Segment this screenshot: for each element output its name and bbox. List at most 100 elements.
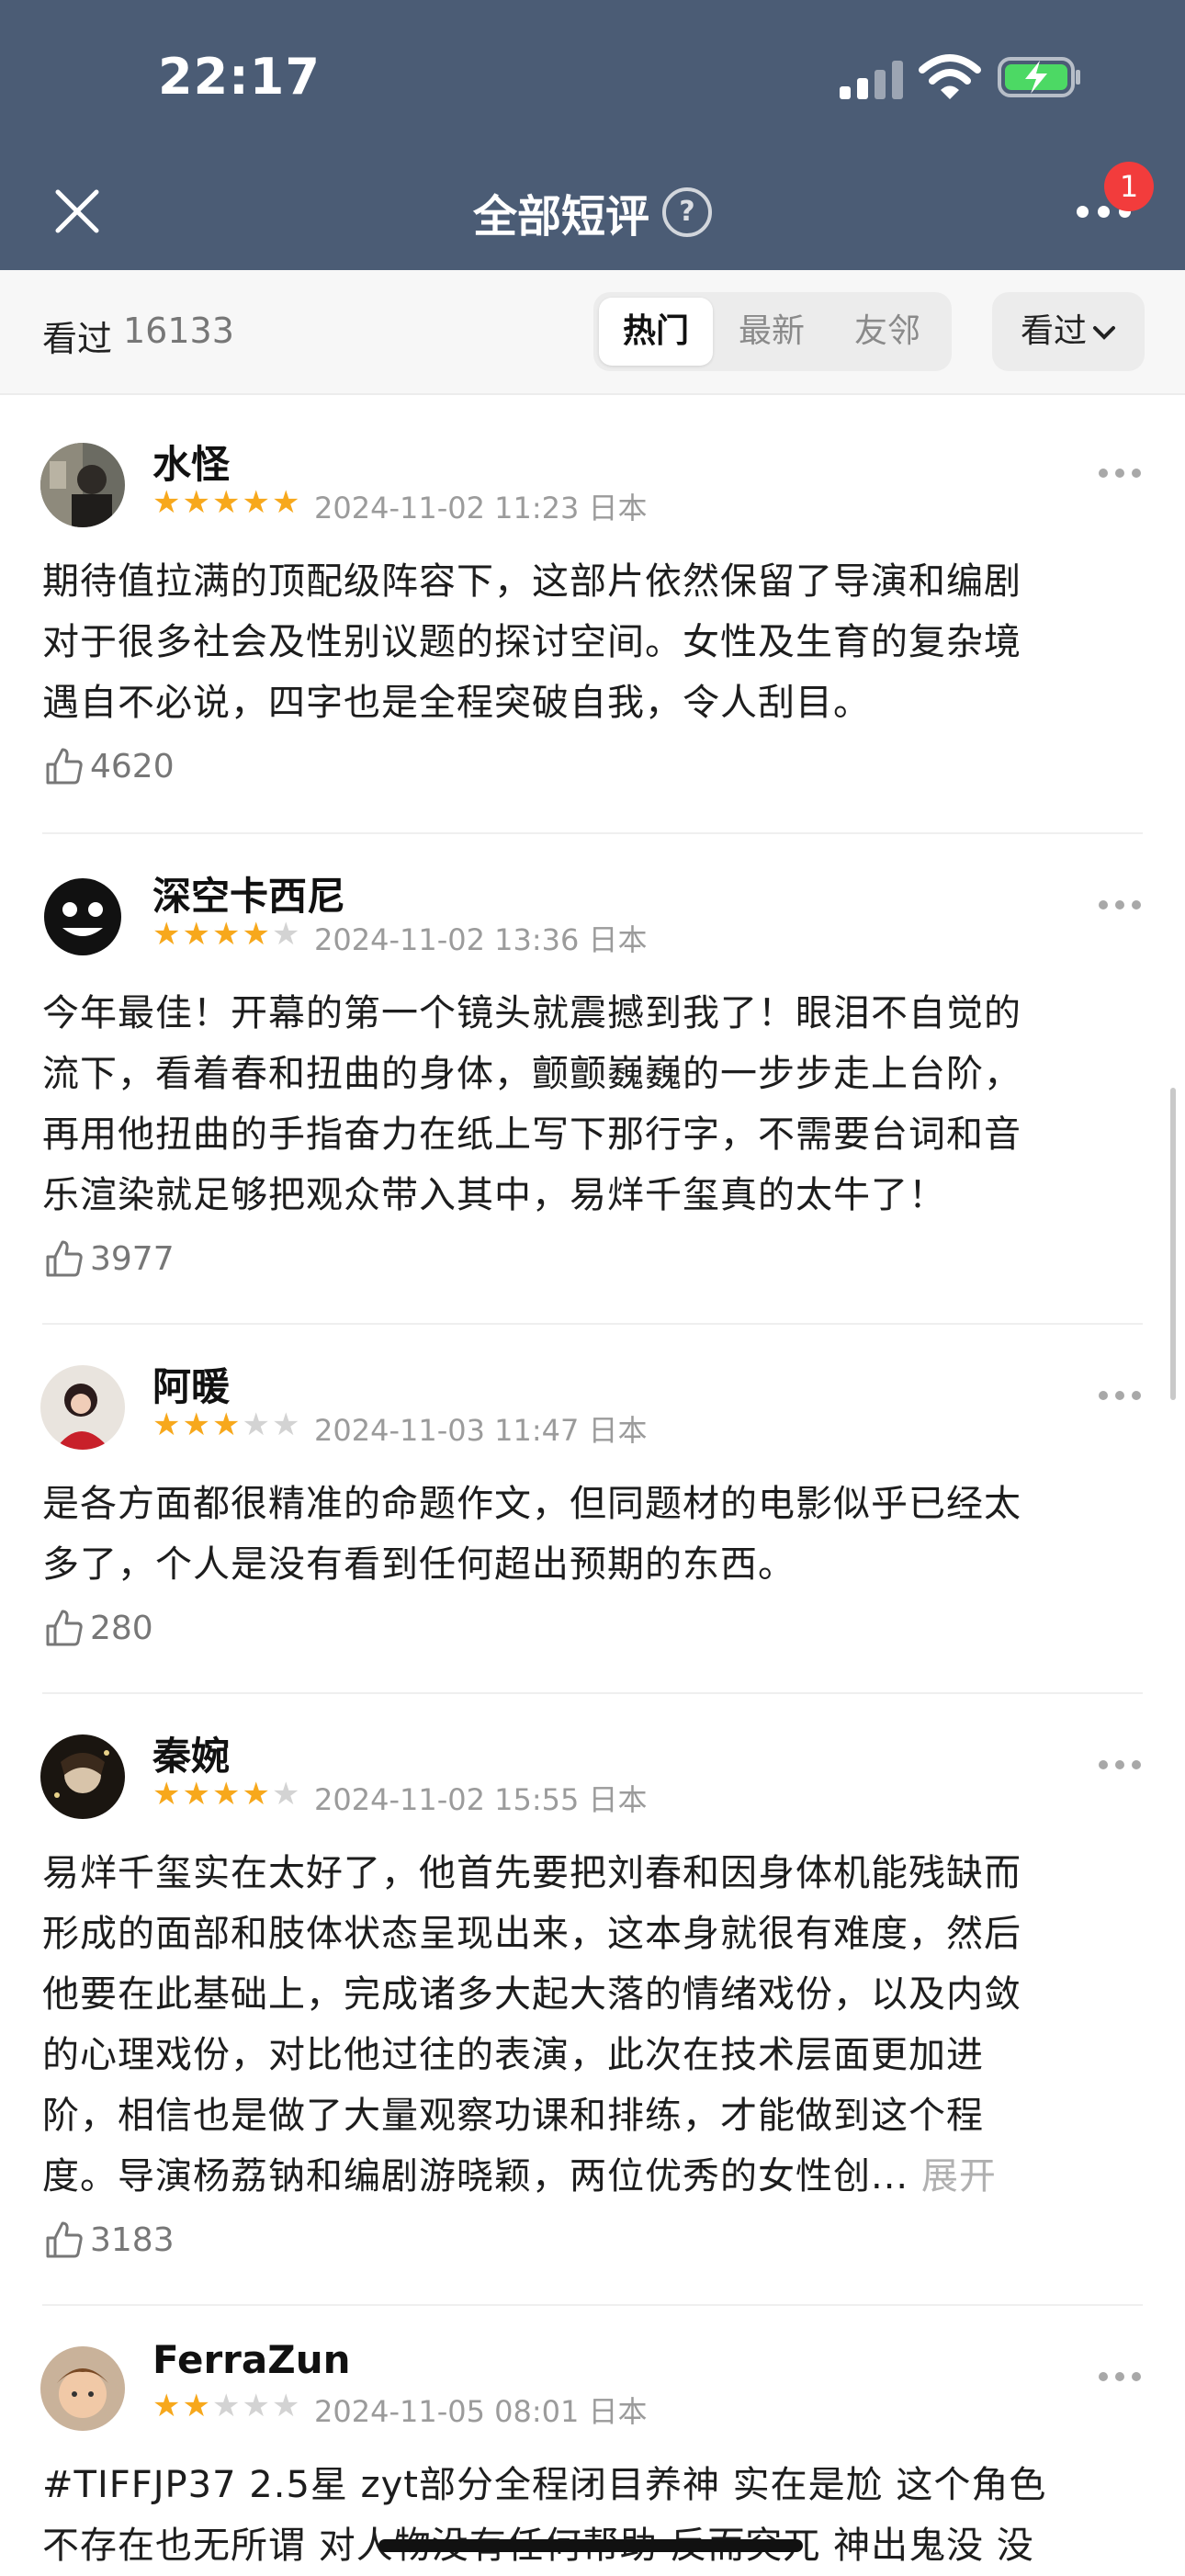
review-line: 易烊千玺实在太好了，他首先要把刘春和因身体机能残缺而 — [42, 1852, 1021, 1894]
divider — [42, 1692, 1143, 1694]
star-icon: ★ — [152, 1407, 181, 1443]
star-icon: ★ — [211, 916, 241, 953]
page-title: 全部短评? — [0, 180, 1185, 244]
review-text: #TIFFJP37 2.5星 zyt部分全程闭目养神 实在是尬 这个角色 不存在… — [42, 2455, 1145, 2576]
review-location: 日本 — [588, 922, 648, 957]
thumbs-up-icon — [46, 1240, 83, 1277]
top-bar: 22:17 全部短评? 1 — [0, 0, 1185, 270]
review-more-button[interactable] — [1099, 1760, 1141, 1769]
star-icon: ★ — [182, 2388, 210, 2424]
review-line: 的心理戏份，对比他过往的表演，此次在技术层面更加进 — [42, 2034, 984, 2076]
star-icon: ★ — [242, 916, 270, 953]
star-icon: ★ — [152, 484, 181, 521]
review-line: 阶，相信也是做了大量观察功课和排练，才能做到这个程 — [42, 2095, 984, 2137]
avatar[interactable] — [40, 1734, 125, 1819]
review-line: 遇自不必说，四字也是全程突破自我，令人刮目。 — [42, 682, 871, 724]
review-line-text: 度。导演杨荔钠和编剧游晓颖，两位优秀的女性创... — [42, 2155, 909, 2198]
seen-label: 看过 — [42, 319, 113, 359]
star-icon: ★ — [271, 2388, 300, 2424]
review-text: 期待值拉满的顶配级阵容下，这部片依然保留了导演和编剧 对于很多社会及性别议题的探… — [42, 551, 1145, 733]
star-icon: ★ — [211, 1407, 241, 1443]
tab-latest[interactable]: 最新 — [715, 298, 829, 366]
status-time: 22:17 — [158, 48, 321, 106]
review-line: 乐渲染就足够把观众带入其中，易烊千玺真的太牛了！ — [42, 1174, 946, 1216]
thumbs-up-icon — [46, 1610, 83, 1646]
avatar[interactable] — [40, 875, 125, 959]
status-dropdown[interactable]: 看过 — [992, 292, 1145, 371]
rating-stars: ★ ★ ★ ★ ★ — [152, 2390, 299, 2422]
username[interactable]: 水怪 — [152, 434, 230, 490]
like-button[interactable]: 4620 — [44, 746, 175, 786]
star-icon: ★ — [271, 1776, 300, 1813]
username[interactable]: 秦婉 — [152, 1725, 230, 1781]
review-line: 他要在此基础上，完成诸多大起大落的情绪戏份，以及内敛 — [42, 1973, 1021, 2016]
avatar[interactable] — [40, 2346, 125, 2431]
review-more-button[interactable] — [1099, 1391, 1141, 1400]
divider — [42, 1323, 1143, 1325]
review-more-button[interactable] — [1099, 900, 1141, 910]
like-button[interactable]: 3977 — [44, 1238, 175, 1279]
username[interactable]: 深空卡西尼 — [152, 865, 345, 921]
star-icon: ★ — [242, 1776, 270, 1813]
wifi-icon — [919, 54, 981, 99]
like-count: 280 — [90, 1609, 153, 1647]
star-icon: ★ — [242, 1407, 270, 1443]
review-line: 形成的面部和肢体状态呈现出来，这本身就很有难度，然后 — [42, 1913, 1021, 1955]
review-date: 2024-11-02 11:23 — [314, 491, 580, 525]
review-text: 是各方面都很精准的命题作文，但同题材的电影似乎已经太 多了，个人是没有看到任何超… — [42, 1474, 1145, 1595]
review-more-button[interactable] — [1099, 2372, 1141, 2381]
star-icon: ★ — [182, 916, 210, 953]
review-meta: 2024-11-03 11:47 日本 — [314, 1407, 648, 1450]
filter-bar: 看过 16133 热门 最新 友邻 看过 — [0, 270, 1185, 395]
review-meta: 2024-11-02 11:23 日本 — [314, 485, 648, 527]
review-line: 今年最佳！开幕的第一个镜头就震撼到我了！眼泪不自觉的 — [42, 992, 1021, 1034]
like-count: 3977 — [90, 1239, 175, 1278]
review-line: 期待值拉满的顶配级阵容下，这部片依然保留了导演和编剧 — [42, 560, 1021, 603]
scrollbar-thumb[interactable] — [1170, 1088, 1176, 1400]
review-date: 2024-11-02 13:36 — [314, 922, 580, 957]
star-icon: ★ — [152, 916, 181, 953]
review-meta: 2024-11-05 08:01 日本 — [314, 2389, 648, 2431]
review-text: 易烊千玺实在太好了，他首先要把刘春和因身体机能残缺而 形成的面部和肢体状态呈现出… — [42, 1843, 1145, 2207]
review-more-button[interactable] — [1099, 469, 1141, 478]
review-meta: 2024-11-02 13:36 日本 — [314, 917, 648, 959]
star-icon: ★ — [211, 2388, 241, 2424]
chevron-down-icon — [1093, 326, 1115, 340]
review-location: 日本 — [588, 2394, 648, 2429]
review-line: 再用他扭曲的手指奋力在纸上写下那行字，不需要台词和音 — [42, 1113, 1021, 1156]
more-dot-icon — [1076, 205, 1089, 218]
status-dropdown-label: 看过 — [1020, 312, 1087, 350]
home-indicator[interactable] — [378, 2539, 803, 2552]
avatar[interactable] — [40, 443, 125, 527]
like-button[interactable]: 3183 — [44, 2220, 175, 2260]
star-icon: ★ — [152, 1776, 181, 1813]
avatar[interactable] — [40, 1365, 125, 1450]
notification-badge: 1 — [1104, 162, 1154, 211]
review-line: 流下，看着春和扭曲的身体，颤颤巍巍的一步步走上台阶， — [42, 1053, 1021, 1095]
thumbs-up-icon — [46, 2221, 83, 2258]
star-icon: ★ — [271, 1407, 300, 1443]
review-line: 对于很多社会及性别议题的探讨空间。女性及生育的复杂境 — [42, 621, 1021, 663]
thumbs-up-icon — [46, 748, 83, 785]
divider — [42, 2304, 1143, 2306]
star-icon: ★ — [152, 2388, 181, 2424]
review-location: 日本 — [588, 1413, 648, 1448]
rating-stars: ★ ★ ★ ★ ★ — [152, 1409, 299, 1441]
review-location: 日本 — [588, 491, 648, 525]
review-line: 度。导演杨荔钠和编剧游晓颖，两位优秀的女性创... 展开 — [42, 2146, 1145, 2207]
star-icon: ★ — [242, 2388, 270, 2424]
rating-stars: ★ ★ ★ ★ ★ — [152, 919, 299, 950]
like-button[interactable]: 280 — [44, 1608, 153, 1648]
more-dot-icon — [1097, 205, 1110, 218]
like-count: 4620 — [90, 747, 175, 785]
username[interactable]: 阿暖 — [152, 1356, 230, 1412]
username[interactable]: FerraZun — [152, 2337, 351, 2382]
star-icon: ★ — [271, 484, 300, 521]
star-icon: ★ — [211, 484, 241, 521]
help-icon[interactable]: ? — [662, 187, 712, 237]
tab-hot[interactable]: 热门 — [599, 298, 713, 366]
divider — [42, 832, 1143, 834]
expand-link[interactable]: 展开 — [921, 2155, 997, 2198]
tab-friends[interactable]: 友邻 — [830, 298, 944, 366]
seen-count: 16133 — [123, 311, 234, 351]
